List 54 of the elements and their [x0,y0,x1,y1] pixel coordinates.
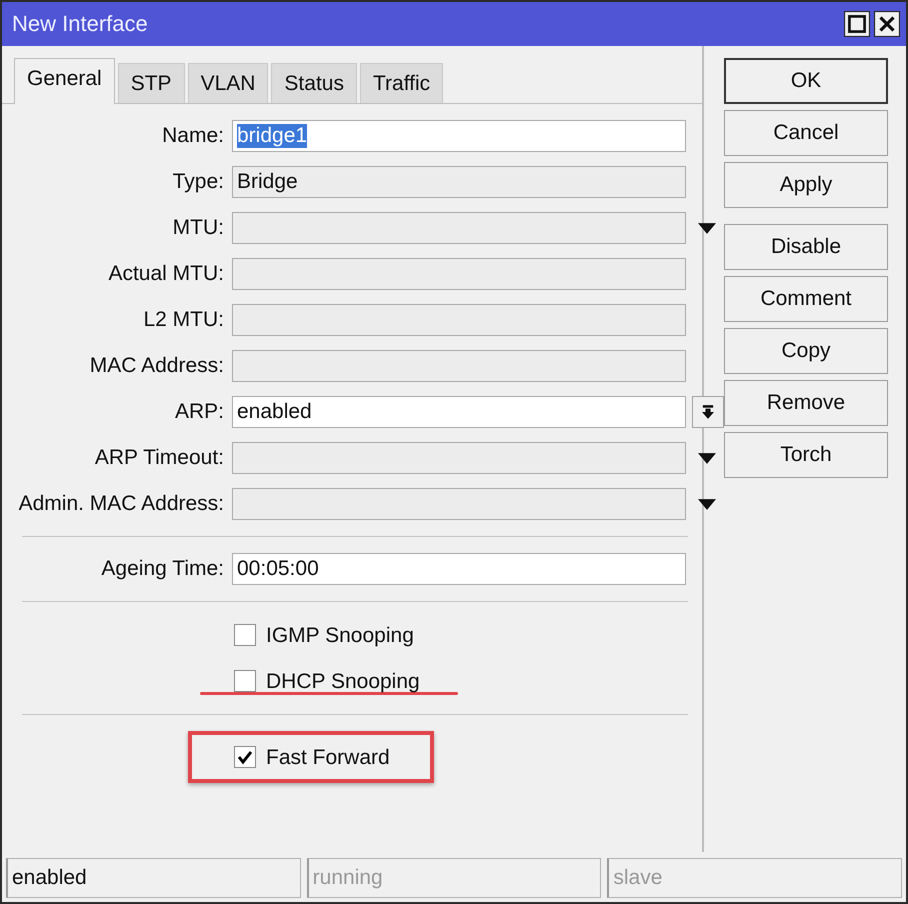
field-label: L2 MTU: [142,308,224,332]
checkbox[interactable] [234,670,256,692]
status-cell: slave [607,858,902,898]
dialog-button[interactable]: Torch [724,432,888,478]
maximize-icon[interactable] [844,11,870,37]
checkbox-label: DHCP Snooping [266,670,420,692]
checkbox-label: IGMP Snooping [266,624,414,646]
dialog-button[interactable]: Remove [724,380,888,426]
field-label: MTU: [172,216,224,240]
field-label: MAC Address: [88,354,224,378]
checkbox[interactable] [234,624,256,646]
tab[interactable]: General [14,58,115,104]
dropdown-arrow-icon[interactable] [698,222,716,234]
dropdown-button[interactable] [692,396,724,428]
dialog-button[interactable]: Apply [724,162,888,208]
dialog-button[interactable]: Copy [724,328,888,374]
input-field[interactable] [232,488,686,520]
tab[interactable]: STP [118,63,185,103]
field-label: Name: [161,124,224,148]
close-icon[interactable] [874,11,900,37]
field-value: bridge1 [237,124,308,148]
input-field[interactable]: Bridge [232,166,686,198]
input-field[interactable]: bridge1 [232,120,686,152]
window-title: New Interface [12,11,148,37]
dialog-button[interactable]: Comment [724,276,888,322]
arrow-down-icon [702,405,714,419]
input-field[interactable] [232,212,686,244]
status-cell: enabled [6,858,301,898]
field-value: enabled [237,400,312,424]
dropdown-arrow-icon[interactable] [698,498,716,510]
tab[interactable]: VLAN [188,63,268,103]
input-field[interactable]: enabled [232,396,686,428]
field-label: Admin. MAC Address: [18,492,224,516]
dialog-button[interactable]: Cancel [724,110,888,156]
dialog-button[interactable]: OK [724,58,888,104]
field-label: Ageing Time: [100,557,224,581]
tab[interactable]: Status [271,63,357,103]
checkbox-label: Fast Forward [266,746,390,768]
field-label: Actual MTU: [107,262,224,286]
status-cell: running [306,858,602,898]
checkbox[interactable] [234,746,256,768]
field-label: ARP Timeout: [94,446,224,470]
tab[interactable]: Traffic [360,63,444,103]
input-field[interactable] [232,258,686,290]
input-field[interactable]: 00:05:00 [232,553,686,585]
field-value: 00:05:00 [237,557,319,581]
dropdown-arrow-icon[interactable] [698,452,716,464]
dialog-button[interactable]: Disable [724,224,888,270]
field-value: Bridge [237,170,298,194]
field-label: ARP: [174,400,224,424]
input-field[interactable] [232,442,686,474]
input-field[interactable] [232,350,686,382]
input-field[interactable] [232,304,686,336]
field-label: Type: [172,170,224,194]
